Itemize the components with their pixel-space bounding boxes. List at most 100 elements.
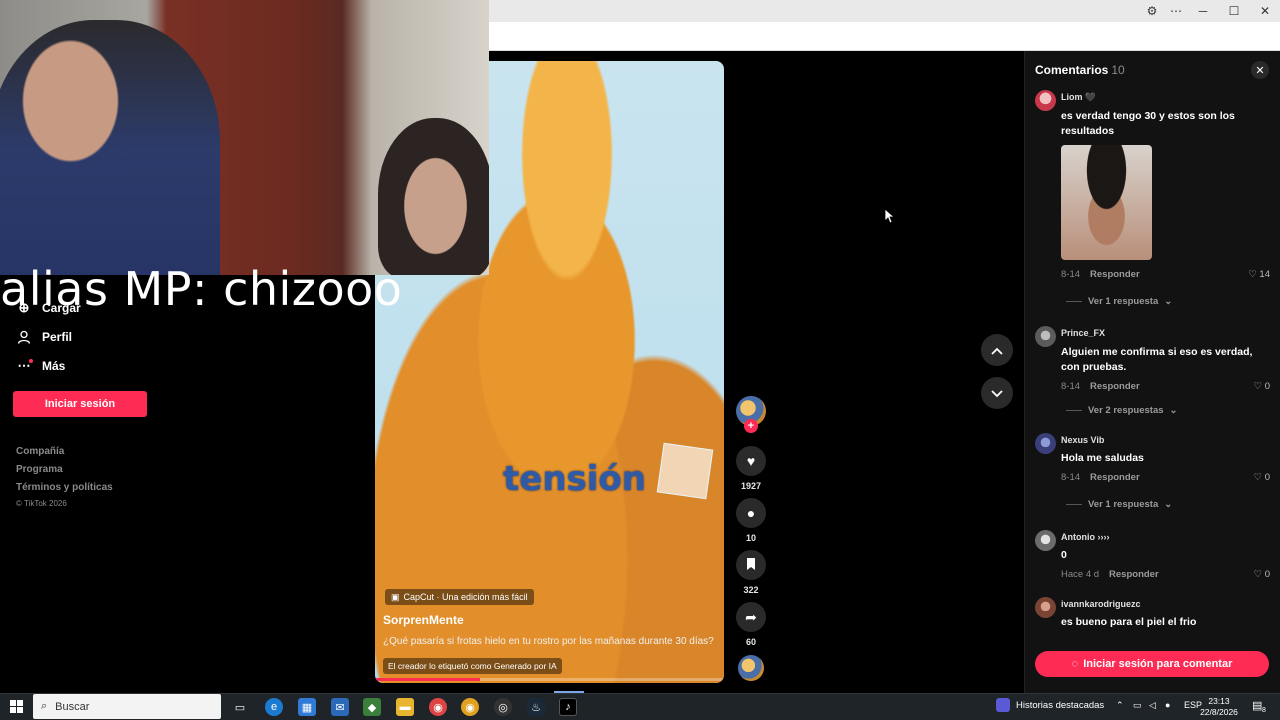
- chevron-down-icon: ⌄: [1164, 296, 1173, 307]
- save-count: 322: [743, 585, 759, 595]
- ice-cube-image: [656, 442, 714, 500]
- comment-like[interactable]: ♡ 0: [1240, 381, 1270, 392]
- music-disc-icon[interactable]: [738, 655, 764, 681]
- view-replies-button[interactable]: Ver 1 respuesta ⌄: [1066, 296, 1172, 307]
- bookmark-icon: [746, 557, 756, 573]
- comments-count: 10: [1111, 63, 1125, 77]
- divider: [1066, 410, 1082, 411]
- nav-item-profile[interactable]: Perfil: [16, 327, 72, 347]
- comment-text: es bueno para el piel el frio: [1061, 616, 1197, 628]
- minimize-button[interactable]: ─: [1188, 0, 1218, 22]
- comment-avatar[interactable]: [1035, 326, 1056, 347]
- minecraft-icon[interactable]: ◆: [363, 698, 381, 716]
- chevron-down-icon: [991, 386, 1003, 401]
- news-widget[interactable]: Historias destacadas: [996, 698, 1104, 712]
- volume-icon[interactable]: ◁: [1149, 700, 1156, 711]
- tray-chevron-up-icon[interactable]: ⌃: [1116, 700, 1124, 711]
- nav-item-label: Perfil: [42, 330, 73, 344]
- capcut-badge[interactable]: ▣ CapCut · Una edición más fácil: [385, 589, 534, 605]
- notification-center-icon[interactable]: ▤: [1252, 699, 1262, 712]
- comment-username: Liom: [1061, 92, 1083, 102]
- capcut-icon: ▣: [391, 591, 400, 602]
- video-caption-overlay: tensión: [503, 459, 646, 499]
- comment-like[interactable]: ♡ 0: [1240, 569, 1270, 580]
- comments-title: Comentarios: [1035, 63, 1109, 77]
- comment-username[interactable]: Antonio ››››: [1061, 532, 1109, 542]
- chrome-icon[interactable]: ◉: [429, 698, 447, 716]
- tiktok-icon[interactable]: ♪: [559, 698, 577, 716]
- reply-button[interactable]: Responder: [1090, 381, 1140, 392]
- guest-figure: [378, 118, 489, 275]
- news-icon: [996, 698, 1010, 712]
- comment-date: Hace 4 d: [1061, 569, 1100, 580]
- reply-button[interactable]: Responder: [1109, 569, 1159, 580]
- close-window-button[interactable]: ✕: [1250, 0, 1280, 22]
- chevron-down-icon: ⌄: [1164, 499, 1173, 510]
- nav-item-label: Más: [42, 359, 66, 373]
- share-button[interactable]: ➦: [736, 602, 766, 632]
- login-to-comment-label: Iniciar sesión para comentar: [1083, 658, 1233, 670]
- comment-avatar[interactable]: [1035, 597, 1056, 618]
- login-to-comment-button[interactable]: ◌ Iniciar sesión para comentar: [1035, 651, 1269, 677]
- network-icon[interactable]: ▭: [1133, 700, 1142, 711]
- comment-meta: 8-14 Responder: [1061, 269, 1140, 280]
- comment-avatar[interactable]: [1035, 90, 1056, 111]
- close-comments-button[interactable]: ✕: [1251, 61, 1269, 79]
- task-view-icon[interactable]: ▭: [231, 698, 249, 716]
- search-placeholder: Buscar: [55, 700, 90, 713]
- footer-link-program[interactable]: Programa: [16, 464, 63, 475]
- store-icon[interactable]: ▦: [298, 698, 316, 716]
- reply-button[interactable]: Responder: [1090, 269, 1140, 280]
- comment-user[interactable]: Liom 🖤: [1061, 92, 1096, 103]
- video-description: ¿Qué pasaría si frotas hielo en tu rostr…: [383, 636, 714, 647]
- file-explorer-icon[interactable]: ▬: [396, 698, 414, 716]
- streamer-figure: [0, 20, 220, 275]
- save-button[interactable]: [736, 550, 766, 580]
- alias-overlay-text: alias MP: chizooo: [0, 262, 403, 316]
- close-icon: ✕: [1255, 64, 1265, 77]
- search-icon: ⌕: [41, 700, 48, 712]
- comment-text: 0: [1061, 549, 1067, 561]
- previous-video-button[interactable]: [981, 334, 1013, 366]
- edge-icon[interactable]: e: [265, 698, 283, 716]
- maximize-button[interactable]: ☐: [1219, 0, 1249, 22]
- comment-image[interactable]: [1061, 145, 1152, 260]
- video-author[interactable]: SorprenMente: [383, 613, 464, 627]
- taskbar-search-input[interactable]: ⌕ Buscar: [33, 694, 221, 719]
- mail-icon[interactable]: ✉: [331, 698, 349, 716]
- login-button[interactable]: Iniciar sesión: [13, 391, 147, 417]
- comment-text: es verdad tengo 30 y estos son los resul…: [1061, 110, 1235, 137]
- clock-date: 22/8/2026: [1200, 707, 1238, 717]
- nav-item-more[interactable]: ⋯ Más: [16, 356, 66, 376]
- next-video-button[interactable]: [981, 377, 1013, 409]
- windows-start-icon[interactable]: [10, 700, 23, 718]
- taskbar-clock[interactable]: 23:13 22/8/2026: [1197, 696, 1241, 718]
- news-label: Historias destacadas: [1016, 699, 1105, 711]
- comment-avatar[interactable]: [1035, 530, 1056, 551]
- ai-generated-label: El creador lo etiquetó como Generado por…: [383, 658, 562, 674]
- footer-link-terms[interactable]: Términos y políticas: [16, 482, 113, 493]
- microphone-icon[interactable]: ●: [1165, 700, 1170, 710]
- like-button[interactable]: ♥: [736, 446, 766, 476]
- heart-badge-icon: 🖤: [1084, 92, 1096, 102]
- comment-username[interactable]: ivannkarodriguezc: [1061, 599, 1141, 609]
- footer-link-company[interactable]: Compañía: [16, 446, 64, 457]
- comment-like[interactable]: ♡ 0: [1240, 472, 1270, 483]
- comments-header: Comentarios 10: [1035, 63, 1125, 77]
- comment-button[interactable]: ●: [736, 498, 766, 528]
- menu-icon[interactable]: ⋯: [1161, 0, 1191, 22]
- obs-icon[interactable]: ◎: [494, 698, 512, 716]
- follow-plus-icon[interactable]: +: [744, 419, 758, 433]
- steam-icon[interactable]: ♨: [527, 698, 545, 716]
- comment-username[interactable]: Nexus Vib: [1061, 435, 1104, 445]
- reply-button[interactable]: Responder: [1090, 472, 1140, 483]
- view-replies-button[interactable]: Ver 1 respuesta ⌄: [1066, 499, 1172, 510]
- comment-like-count: 14: [1259, 269, 1270, 280]
- profile-icon: [16, 329, 32, 345]
- view-replies-button[interactable]: Ver 2 respuestas ⌄: [1066, 405, 1178, 416]
- comment-avatar[interactable]: [1035, 433, 1056, 454]
- chevron-down-icon: ⌄: [1169, 405, 1178, 416]
- chrome-profile-icon[interactable]: ◉: [461, 698, 479, 716]
- comment-like[interactable]: ♡ 14: [1240, 269, 1270, 280]
- comment-username[interactable]: Prince_FX: [1061, 328, 1105, 338]
